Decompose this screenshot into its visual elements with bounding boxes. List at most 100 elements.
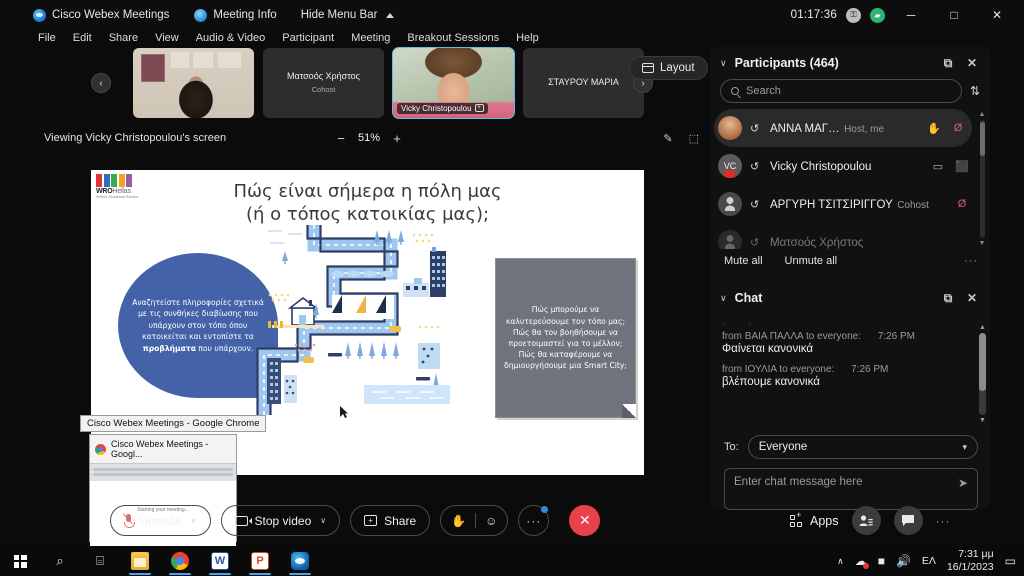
slide-note-right: Πώς μπορούμε να καλυτερεύσουμε τον τόπο …	[495, 258, 636, 418]
encryption-key-icon[interactable]: ⚿	[846, 7, 861, 23]
battery-icon[interactable]: ■	[878, 554, 885, 568]
participants-search-input[interactable]: Search	[720, 79, 962, 103]
pin-video-icon[interactable]: +	[474, 104, 484, 112]
end-meeting-button[interactable]: ✕	[569, 505, 601, 536]
notification-center-icon[interactable]: ▭	[1005, 554, 1016, 568]
participant-info: Ματσοός Χρήστος	[770, 233, 970, 249]
onedrive-icon[interactable]: ☁	[855, 554, 869, 569]
taskbar-app-microsoft-word[interactable]: W	[200, 546, 240, 576]
participants-list[interactable]: ↺ ΑΝΝΑ ΜΑΓ… Host, me ✋ Ø VC ↺ Vicky Chri…	[710, 109, 990, 249]
unmute-all-button[interactable]: Unmute all	[785, 255, 838, 267]
menu-item-share[interactable]: Share	[109, 32, 138, 44]
zoom-out-button[interactable]: −	[335, 131, 347, 146]
chat-popout-icon[interactable]: ⧉	[940, 291, 956, 306]
filmstrip-prev-button[interactable]: ‹	[91, 73, 111, 93]
sort-participants-icon[interactable]: ⇅	[970, 84, 980, 98]
scroll-down-icon[interactable]: ▼	[979, 240, 986, 247]
mute-all-button[interactable]: Mute all	[724, 255, 763, 267]
volume-icon[interactable]: 🔊	[896, 554, 911, 568]
task-view-button[interactable]: ⌸	[80, 546, 120, 576]
search-icon	[731, 87, 739, 95]
scroll-down-icon[interactable]: ▼	[979, 417, 986, 424]
chat-message-body: βλέπουμε κανονικά	[722, 376, 820, 388]
unmute-button[interactable]: Unmute ∨	[109, 505, 211, 536]
unmute-label: Unmute	[139, 513, 182, 528]
participants-collapse-icon[interactable]: ∨	[720, 58, 727, 69]
participant-row[interactable]: ↺ ΑΝΝΑ ΜΑΓ… Host, me ✋ Ø	[714, 109, 972, 147]
raise-hand-icon[interactable]: ✋	[451, 514, 466, 528]
scrollbar-track[interactable]	[979, 333, 986, 415]
mic-muted-icon[interactable]: Ø	[950, 122, 966, 134]
start-button[interactable]	[0, 546, 40, 576]
share-button[interactable]: + Share	[350, 505, 431, 536]
video-thumbnail[interactable]: ΣΤΑΥΡΟΥ ΜΑΡΙΑ	[523, 47, 644, 118]
participants-toggle-button[interactable]	[851, 506, 881, 535]
taskbar-app-cisco-webex[interactable]	[280, 546, 320, 576]
close-window-button[interactable]: ✕	[980, 1, 1014, 29]
participant-row[interactable]: ↺ ΑΡΓΥΡΗ ΤΣΙΤΣΙΡΙΓΓΟΥ Cohost Ø	[710, 185, 976, 223]
layout-button[interactable]: Layout	[629, 56, 708, 80]
menu-item-view[interactable]: View	[155, 32, 179, 44]
video-thumbnail-active[interactable]: Vicky Christopoulou +	[392, 46, 515, 119]
participants-popout-icon[interactable]: ⧉	[940, 56, 956, 71]
chat-toggle-button[interactable]	[893, 506, 923, 535]
chevron-down-icon[interactable]: ∨	[320, 516, 326, 525]
menu-item-audio-video[interactable]: Audio & Video	[196, 32, 266, 44]
participant-row[interactable]: VC ↺ Vicky Christopoulou ▭ ⬛	[710, 147, 976, 185]
chat-recipient-select[interactable]: Everyone ▾	[747, 435, 978, 459]
meeting-info-button[interactable]: Meeting Info	[194, 8, 277, 22]
language-indicator[interactable]: ΕΛ	[922, 555, 936, 567]
menu-item-file[interactable]: File	[38, 32, 56, 44]
avatar	[718, 192, 742, 216]
city-illustration	[256, 225, 450, 415]
more-options-button[interactable]: ···	[518, 505, 550, 536]
chevron-down-icon[interactable]: ∨	[191, 516, 197, 525]
webex-meeting-window: Cisco Webex Meetings Meeting Info Hide M…	[0, 0, 1024, 576]
menu-item-breakout-sessions[interactable]: Breakout Sessions	[407, 32, 499, 44]
emoji-reaction-icon[interactable]: ☺	[485, 514, 497, 528]
right-more-button[interactable]: ···	[936, 514, 951, 528]
apps-button[interactable]: Apps	[790, 510, 839, 528]
annotate-icon[interactable]: ✎	[663, 132, 672, 145]
app-brand: Cisco Webex Meetings	[33, 8, 169, 22]
minimize-button[interactable]: ─	[894, 1, 928, 29]
taskbar-app-google-chrome[interactable]	[160, 546, 200, 576]
taskbar-app-microsoft-powerpoint[interactable]: P	[240, 546, 280, 576]
taskbar-app-file-explorer[interactable]	[120, 546, 160, 576]
participant-row[interactable]: ↺ Ματσοός Χρήστος	[710, 223, 976, 249]
participants-close-icon[interactable]: ✕	[964, 56, 980, 70]
chat-message-list[interactable]: · · from ΒΑΙΑ ΠΑΛΛΑ to everyone: 7:26 PM…	[710, 314, 990, 429]
participants-more-button[interactable]: ···	[964, 255, 978, 267]
hide-menu-bar-button[interactable]: Hide Menu Bar	[301, 9, 395, 21]
scrollbar-thumb[interactable]	[979, 122, 985, 156]
network-quality-icon[interactable]: ▰	[870, 7, 885, 23]
scroll-up-icon[interactable]: ▲	[979, 324, 986, 331]
scroll-up-icon[interactable]: ▲	[979, 111, 986, 118]
stop-video-button[interactable]: Stop video ∨	[220, 505, 341, 536]
participant-info: ΑΡΓΥΡΗ ΤΣΙΤΣΙΡΙΓΓΟΥ Cohost	[770, 195, 946, 213]
menu-item-participant[interactable]: Participant	[282, 32, 334, 44]
menu-item-meeting[interactable]: Meeting	[351, 32, 390, 44]
chat-scrollbar[interactable]: ▲ ▼	[978, 324, 987, 424]
taskbar-search-button[interactable]: ⌕	[40, 546, 80, 576]
maximize-button[interactable]: □	[937, 1, 971, 29]
taskbar-clock[interactable]: 7:31 μμ 16/1/2023	[947, 548, 994, 574]
fit-to-view-icon[interactable]: ⬚	[689, 132, 699, 145]
scrollbar-thumb[interactable]	[979, 333, 986, 391]
chat-collapse-icon[interactable]: ∨	[720, 293, 727, 304]
menu-item-edit[interactable]: Edit	[73, 32, 92, 44]
participants-scrollbar[interactable]: ▲ ▼	[978, 111, 986, 247]
menu-item-help[interactable]: Help	[516, 32, 539, 44]
mic-active-icon[interactable]: ⬛	[954, 160, 970, 173]
chat-close-icon[interactable]: ✕	[964, 291, 980, 305]
zoom-in-button[interactable]: +	[391, 131, 403, 146]
send-message-icon[interactable]: ➤	[958, 476, 968, 490]
scrollbar-track[interactable]	[979, 120, 985, 238]
meeting-info-icon	[194, 8, 208, 22]
tray-expand-icon[interactable]: ∧	[837, 556, 844, 567]
mic-muted-icon[interactable]: Ø	[954, 198, 970, 210]
video-thumbnail[interactable]	[133, 47, 254, 118]
video-thumbnail[interactable]: Ματσοός Χρήστος Cohost	[263, 47, 384, 118]
participant-name: ΑΝΝΑ ΜΑΓ…	[770, 123, 840, 135]
zoom-level-value: 51%	[358, 132, 381, 144]
